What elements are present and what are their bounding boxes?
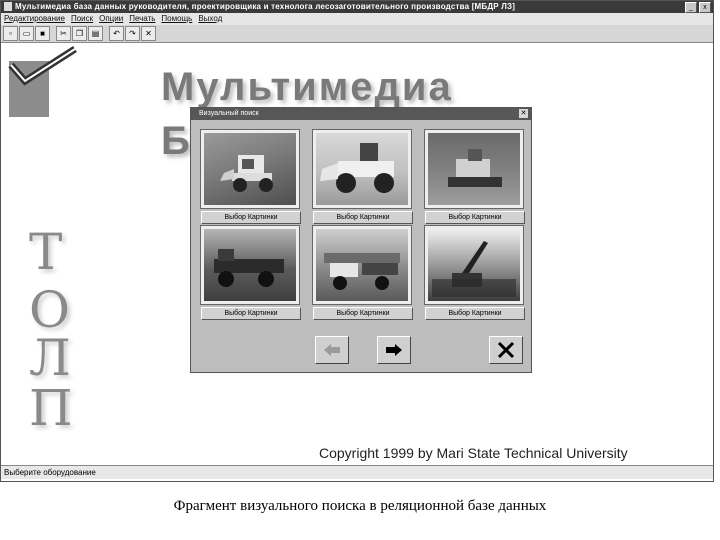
equipment-photo-2[interactable]	[312, 129, 412, 209]
menu-exit[interactable]: Выход	[195, 13, 225, 25]
picture-cell-4: Выбор Картинки	[200, 225, 301, 320]
close-dialog-button[interactable]	[489, 336, 523, 364]
menu-help[interactable]: Помощь	[158, 13, 195, 25]
figure-caption: Фрагмент визуального поиска в реляционно…	[173, 498, 547, 514]
crawler-machine-image-icon	[448, 149, 502, 187]
menu-search[interactable]: Поиск	[68, 13, 96, 25]
dialog-title: Визуальный поиск	[199, 110, 259, 117]
crane-loader-image-icon	[432, 241, 516, 297]
equipment-photo-5[interactable]	[312, 225, 412, 305]
picture-cell-6: Выбор Картинки	[424, 225, 525, 320]
app-window: Мультимедиа база данных руководителя, пр…	[0, 0, 714, 482]
background-title-line2: Б	[161, 119, 190, 163]
arrow-right-icon	[386, 344, 402, 356]
next-button[interactable]	[377, 336, 411, 364]
title-bar: Мультимедиа база данных руководителя, пр…	[1, 1, 713, 13]
paste-icon[interactable]: ▤	[88, 26, 103, 41]
wheel-loader-image-icon	[320, 143, 394, 193]
close-icon	[497, 341, 515, 359]
pick-picture-button-4[interactable]: Выбор Картинки	[201, 307, 301, 320]
app-icon	[4, 2, 12, 11]
redo-icon[interactable]: ↷	[125, 26, 140, 41]
forwarder-image-icon	[214, 249, 284, 287]
copy-icon[interactable]: ❐	[72, 26, 87, 41]
cut-icon[interactable]: ✂	[56, 26, 71, 41]
minimize-button[interactable]: _	[685, 2, 697, 13]
toolbar: ▫ ▭ ■ ✂ ❐ ▤ ↶ ↷ ✕	[1, 25, 713, 43]
picture-cell-3: Выбор Картинки	[424, 129, 525, 224]
menu-bar: Редактирование Поиск Опции Печать Помощь…	[1, 13, 713, 25]
checkmark-logo-icon	[8, 46, 77, 86]
visual-search-dialog: Визуальный поиск ✕ Выбор Картинки Выбор …	[190, 107, 532, 373]
previous-button[interactable]	[315, 336, 349, 364]
picture-cell-2: Выбор Картинки	[312, 129, 413, 224]
undo-icon[interactable]: ↶	[109, 26, 124, 41]
background-title: Мультимедиа	[161, 65, 453, 109]
timber-truck-image-icon	[324, 253, 400, 290]
window-controls: _ x	[685, 2, 711, 13]
dialog-title-bar: Визуальный поиск ✕	[191, 108, 531, 120]
equipment-photo-1[interactable]	[200, 129, 300, 209]
vertical-letter-1: Т	[29, 223, 63, 281]
save-icon[interactable]: ■	[35, 26, 50, 41]
close-window-button[interactable]: x	[699, 2, 711, 13]
pick-picture-button-6[interactable]: Выбор Картинки	[425, 307, 525, 320]
equipment-photo-4[interactable]	[200, 225, 300, 305]
menu-edit[interactable]: Редактирование	[1, 13, 68, 25]
pick-picture-button-1[interactable]: Выбор Картинки	[201, 211, 301, 224]
arrow-left-icon	[324, 344, 340, 356]
pick-picture-button-5[interactable]: Выбор Картинки	[313, 307, 413, 320]
menu-options[interactable]: Опции	[96, 13, 126, 25]
pick-picture-button-3[interactable]: Выбор Картинки	[425, 211, 525, 224]
loader-image-icon	[220, 155, 273, 192]
copyright-text: Copyright 1999 by Mari State Technical U…	[319, 445, 628, 461]
equipment-photo-6[interactable]	[424, 225, 524, 305]
dialog-close-button[interactable]: ✕	[519, 109, 528, 118]
open-folder-icon[interactable]: ▭	[19, 26, 34, 41]
equipment-photo-3[interactable]	[424, 129, 524, 209]
window-title: Мультимедиа база данных руководителя, пр…	[15, 2, 516, 11]
pick-picture-button-2[interactable]: Выбор Картинки	[313, 211, 413, 224]
picture-cell-1: Выбор Картинки	[200, 129, 301, 224]
menu-print[interactable]: Печать	[126, 13, 158, 25]
close-icon[interactable]: ✕	[141, 26, 156, 41]
vertical-letter-4: П	[29, 379, 73, 437]
status-bar: Выберите оборудование	[1, 465, 713, 479]
new-file-icon[interactable]: ▫	[3, 26, 18, 41]
picture-cell-5: Выбор Картинки	[312, 225, 413, 320]
